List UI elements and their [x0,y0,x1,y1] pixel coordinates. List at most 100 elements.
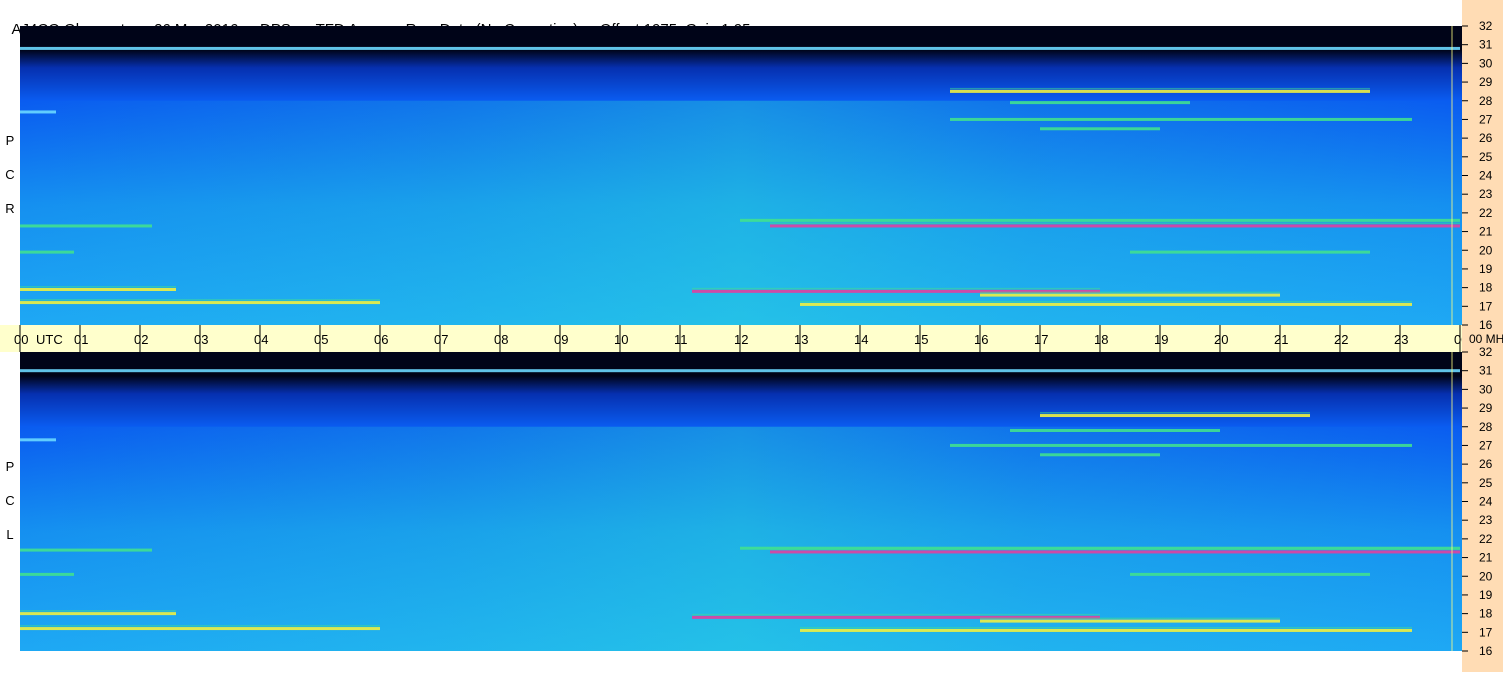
freq-tick-label: 23 [1479,187,1493,201]
emission-band-halo [980,617,1280,620]
emission-band-halo [20,285,176,288]
rcp-spectrogram-plot [20,26,1462,325]
emission-band [980,293,1280,297]
time-tick-label: 04 [254,332,268,347]
freq-tick-label: 29 [1479,75,1493,89]
time-tick-label: 22 [1334,332,1348,347]
emission-band-halo [20,610,176,612]
emission-band-halo [20,625,380,627]
freq-tick-label: 31 [1479,364,1493,378]
emission-band [20,548,152,552]
emission-band-halo [800,300,1412,303]
freq-tick-label: 28 [1479,94,1493,108]
freq-tick-label: 17 [1479,625,1493,639]
freq-tick-label: 28 [1479,420,1493,434]
time-tick-label: 11 [674,332,688,347]
emission-band [20,287,176,291]
freq-tick-label: 20 [1479,569,1493,583]
time-tick-label: 23 [1394,332,1408,347]
freq-tick-label: 24 [1479,169,1493,183]
time-axis: 00 01 02 03 04 05 06 07 08 09 10 11 12 13 14 15 16 17 18 19… [0,325,1468,352]
time-tick-label: 10 [614,332,628,347]
freq-tick-label: 29 [1479,401,1493,415]
freq-tick-label: 30 [1479,382,1493,396]
time-tick-label: 14 [854,332,868,347]
time-tick-label: 13 [794,332,808,347]
emission-band [20,627,380,631]
emission-band [980,619,1280,623]
emission-band [20,612,176,616]
freq-tick-label: 19 [1479,262,1493,276]
emission-band [770,550,1460,554]
lcp-label: P C L [3,452,17,552]
freq-tick-label: 32 [1479,19,1493,33]
rcp-letter: P [5,133,15,148]
freq-tick-label: 16 [1479,644,1493,658]
time-tick-label: 08 [494,332,508,347]
time-tick-label: 09 [554,332,568,347]
rcp-letter: R [5,201,15,216]
emission-band-halo [1040,412,1310,414]
freq-tick-label: 27 [1479,112,1493,126]
freq-tick-label: 24 [1479,495,1493,509]
lcp-letter: L [6,527,14,542]
mhz-unit-label: 00 MHz [1469,332,1503,346]
emission-band-halo [692,287,1100,290]
time-tick-label: 00 [1454,332,1462,347]
emission-band [1010,101,1190,105]
emission-band [20,572,74,576]
emission-band [1010,428,1220,432]
emission-band [950,117,1412,121]
emission-band [1130,572,1370,576]
time-tick-label: 00 [14,332,28,347]
time-tick-label: 19 [1154,332,1168,347]
emission-band-halo [800,626,1412,629]
time-tick-label: 16 [974,332,988,347]
emission-band [740,218,1460,222]
freq-tick-label: 25 [1479,150,1493,164]
time-tick-label: 06 [374,332,388,347]
freq-tick-label: 22 [1479,532,1493,546]
lcp-spectrogram-plot [20,352,1462,651]
freq-tick-label: 31 [1479,38,1493,52]
emission-band [800,302,1412,306]
freq-tick-label: 30 [1479,56,1493,70]
frequency-axis: 16 17 18 19 20 21 22 23 24 25 26 27 28 29 30 31 32 16 17 18… [1462,0,1503,672]
emission-band-halo [20,299,380,301]
emission-band [20,46,1460,50]
emission-band [20,250,74,254]
emission-band [20,224,152,228]
emission-band [800,628,1412,632]
freq-tick-label: 19 [1479,588,1493,602]
emission-band [1040,453,1160,457]
emission-band-halo [980,291,1280,294]
time-tick-label: 02 [134,332,148,347]
time-tick-label: 07 [434,332,448,347]
freq-tick-label: 23 [1479,513,1493,527]
lcp-letter: P [5,459,15,474]
freq-tick-label: 16 [1479,318,1493,332]
emission-band [20,110,56,114]
emission-band [20,301,380,305]
lcp-letter: C [5,493,15,508]
freq-tick-label: 18 [1479,607,1493,621]
time-tick-label: 05 [314,332,328,347]
freq-tick-label: 18 [1479,281,1493,295]
emission-band [1040,127,1160,131]
time-tick-label: 21 [1274,332,1288,347]
lcp-spectrogram [20,352,1462,651]
time-tick-label: 01 [74,332,88,347]
freq-tick-label: 20 [1479,243,1493,257]
freq-tick-label: 22 [1479,206,1493,220]
freq-tick-label: 21 [1479,225,1493,239]
emission-band-halo [770,222,1460,224]
frequency-axis-svg: 16 17 18 19 20 21 22 23 24 25 26 27 28 29 30 31 32 16 17 18… [1462,19,1503,658]
emission-band-halo [950,87,1370,90]
rcp-label: P C R [3,126,17,226]
emission-band-halo [770,548,1460,550]
time-tick-label: 12 [734,332,748,347]
rcp-spectrogram [20,26,1462,325]
freq-tick-label: 26 [1479,457,1493,471]
freq-tick-label: 26 [1479,131,1493,145]
time-tick-label: 18 [1094,332,1108,347]
